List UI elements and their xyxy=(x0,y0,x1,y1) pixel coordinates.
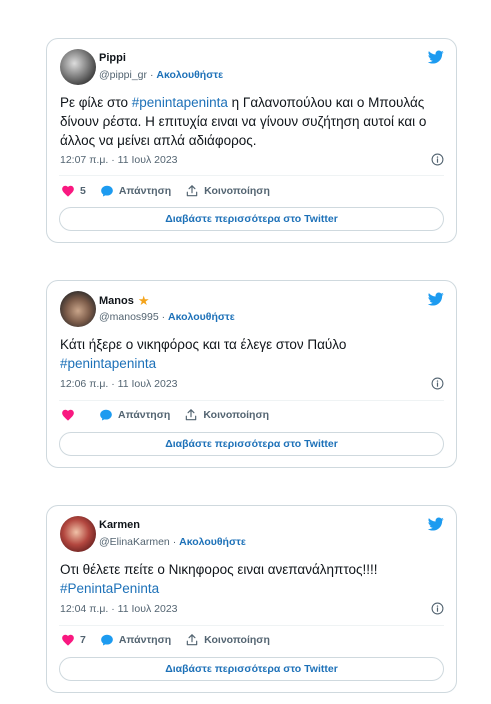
divider xyxy=(59,175,444,176)
author-handle[interactable]: @pippi_gr xyxy=(99,69,147,81)
read-more-button[interactable]: Διαβάστε περισσότερα στο Twitter xyxy=(59,207,444,231)
like-count: 5 xyxy=(80,185,86,197)
author-name[interactable]: Pippi xyxy=(99,52,126,64)
handle-row: @pippi_gr · Ακολουθήστε xyxy=(99,69,223,81)
reply-button[interactable]: Απάντηση xyxy=(100,633,171,647)
tweet-text-before: Ρε φίλε στο xyxy=(60,95,132,110)
read-more-button[interactable]: Διαβάστε περισσότερα στο Twitter xyxy=(59,657,444,681)
separator: · xyxy=(161,311,166,323)
share-label: Κοινοποίηση xyxy=(204,185,270,197)
share-button[interactable]: Κοινοποίηση xyxy=(185,633,270,647)
share-upload-icon xyxy=(184,408,198,422)
reply-button[interactable]: Απάντηση xyxy=(99,408,170,422)
author-name-row[interactable]: Manos ★ xyxy=(99,294,150,307)
separator: · xyxy=(172,536,177,548)
author-name-row[interactable]: Pippi xyxy=(99,52,126,64)
heart-icon xyxy=(61,633,75,647)
reply-label: Απάντηση xyxy=(118,185,172,197)
reply-button[interactable]: Απάντηση xyxy=(100,184,171,198)
speech-bubble-icon xyxy=(100,184,114,198)
handle-row: @manos995 · Ακολουθήστε xyxy=(99,311,235,323)
info-icon[interactable] xyxy=(431,377,444,390)
share-upload-icon xyxy=(185,184,199,198)
like-count: 7 xyxy=(80,634,86,646)
timestamp[interactable]: 12:07 π.μ. · 11 Ιουλ 2023 xyxy=(60,154,178,166)
hashtag-link[interactable]: #penintapeninta xyxy=(132,95,228,110)
divider xyxy=(59,400,444,401)
twitter-bird-icon[interactable] xyxy=(427,291,445,307)
twitter-bird-icon[interactable] xyxy=(427,516,445,532)
like-button[interactable] xyxy=(61,408,75,422)
like-button[interactable]: 5 xyxy=(61,184,86,198)
follow-link[interactable]: Ακολουθήστε xyxy=(179,536,246,548)
follow-link[interactable]: Ακολουθήστε xyxy=(156,69,223,81)
tweet-text-before: Οτι θέλετε πείτε ο Νικηφορος ειναι ανεπα… xyxy=(60,562,378,577)
like-button[interactable]: 7 xyxy=(61,633,86,647)
star-icon: ★ xyxy=(137,293,150,308)
share-button[interactable]: Κοινοποίηση xyxy=(185,184,270,198)
speech-bubble-icon xyxy=(99,408,113,422)
tweet-text: Οτι θέλετε πείτε ο Νικηφορος ειναι ανεπα… xyxy=(60,560,444,598)
action-bar: 7 Απάντηση Κοινοποίηση xyxy=(61,633,284,647)
avatar[interactable] xyxy=(60,49,96,85)
read-more-button[interactable]: Διαβάστε περισσότερα στο Twitter xyxy=(59,432,444,456)
author-handle[interactable]: @ElinaKarmen xyxy=(99,536,170,548)
twitter-bird-icon[interactable] xyxy=(427,49,445,65)
divider xyxy=(59,625,444,626)
tweet-card[interactable]: Manos ★ @manos995 · Ακολουθήστε Κάτι ήξε… xyxy=(46,280,457,468)
avatar[interactable] xyxy=(60,291,96,327)
follow-link[interactable]: Ακολουθήστε xyxy=(168,311,235,323)
action-bar: Απάντηση Κοινοποίηση xyxy=(61,408,283,422)
avatar[interactable] xyxy=(60,516,96,552)
hashtag-link[interactable]: #penintapeninta xyxy=(60,356,156,371)
hashtag-link[interactable]: #PenintaPeninta xyxy=(60,581,159,596)
tweet-text-before: Κάτι ήξερε ο νικηφόρος και τα έλεγε στον… xyxy=(60,337,347,352)
timestamp[interactable]: 12:04 π.μ. · 11 Ιουλ 2023 xyxy=(60,603,178,615)
share-button[interactable]: Κοινοποίηση xyxy=(184,408,269,422)
author-name-row[interactable]: Karmen xyxy=(99,519,140,531)
tweet-card[interactable]: Karmen @ElinaKarmen · Ακολουθήστε Οτι θέ… xyxy=(46,505,457,693)
share-label: Κοινοποίηση xyxy=(203,409,270,421)
reply-label: Απάντηση xyxy=(118,409,171,421)
author-name[interactable]: Karmen xyxy=(99,519,140,531)
share-label: Κοινοποίηση xyxy=(204,634,270,646)
reply-label: Απάντηση xyxy=(118,634,172,646)
heart-icon xyxy=(61,184,75,198)
tweet-text: Ρε φίλε στο #penintapeninta η Γαλανοπούλ… xyxy=(60,93,444,150)
tweet-text: Κάτι ήξερε ο νικηφόρος και τα έλεγε στον… xyxy=(60,335,444,373)
action-bar: 5 Απάντηση Κοινοποίηση xyxy=(61,184,284,198)
tweet-card[interactable]: Pippi @pippi_gr · Ακολουθήστε Ρε φίλε στ… xyxy=(46,38,457,243)
timestamp[interactable]: 12:06 π.μ. · 11 Ιουλ 2023 xyxy=(60,378,178,390)
handle-row: @ElinaKarmen · Ακολουθήστε xyxy=(99,536,246,548)
speech-bubble-icon xyxy=(100,633,114,647)
info-icon[interactable] xyxy=(431,602,444,615)
heart-icon xyxy=(61,408,75,422)
share-upload-icon xyxy=(185,633,199,647)
author-handle[interactable]: @manos995 xyxy=(99,311,159,323)
separator: · xyxy=(149,69,154,81)
info-icon[interactable] xyxy=(431,153,444,166)
author-name[interactable]: Manos xyxy=(99,295,134,307)
